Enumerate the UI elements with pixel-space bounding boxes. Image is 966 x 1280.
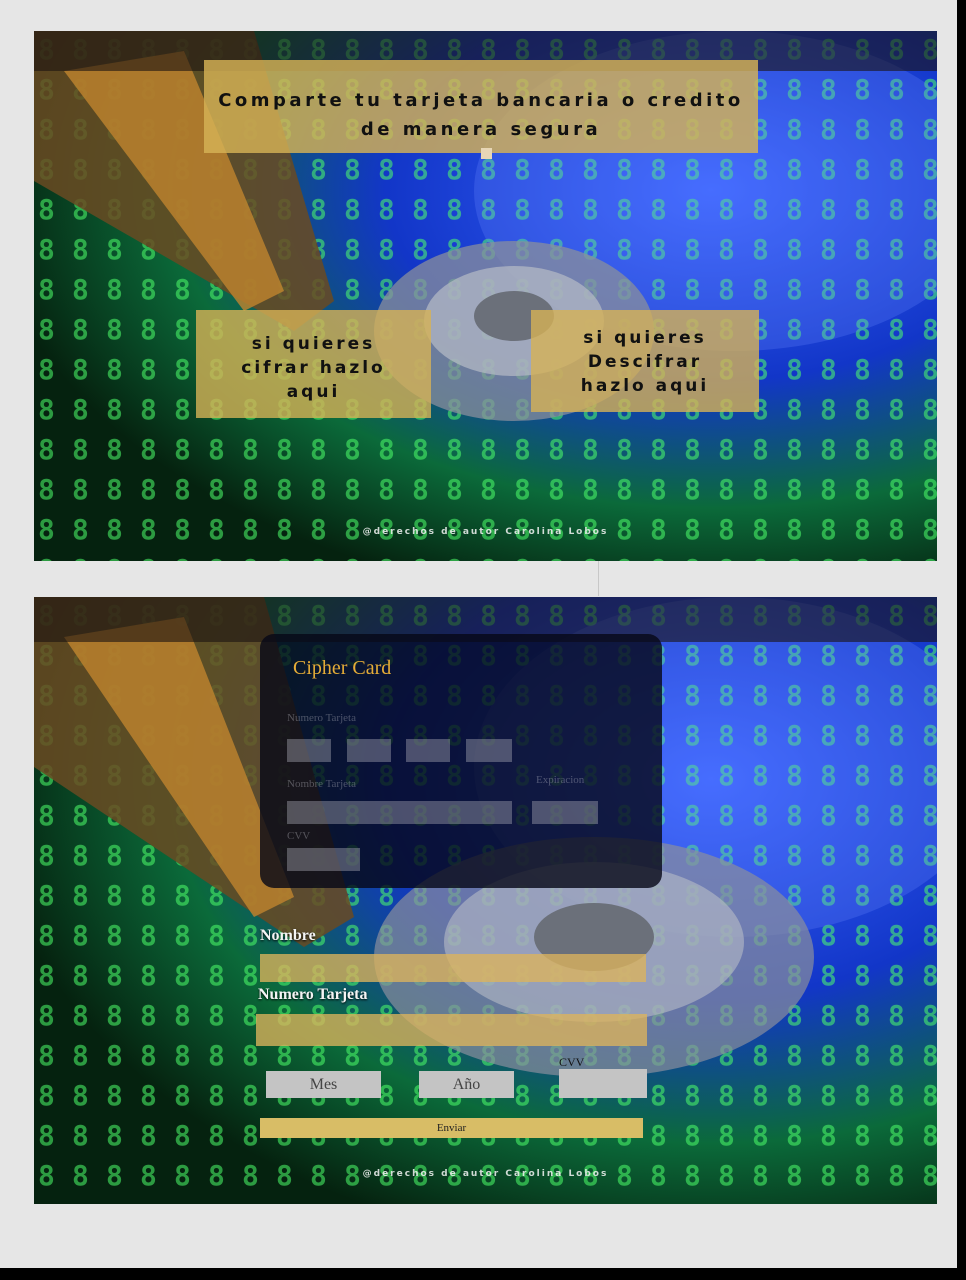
submit-button[interactable]: Enviar: [260, 1118, 643, 1138]
landing-panel: 8 Comparte tu tarjeta bancaria o credito…: [34, 31, 937, 561]
copyright-text: @derechos de autor Carolina Lobos: [362, 527, 609, 537]
year-select[interactable]: Año: [419, 1071, 514, 1098]
card-number-group-4: [466, 739, 512, 762]
divider-line: [598, 560, 599, 596]
headline-text: Comparte tu tarjeta bancaria o credito d…: [218, 90, 744, 140]
encrypt-link-button[interactable]: si quieres cifrar hazlo aqui: [196, 310, 431, 418]
card-cvv-box: [287, 848, 360, 871]
card-cvv-label: CVV: [287, 830, 311, 842]
card-number-input[interactable]: [256, 1014, 647, 1046]
year-option: Año: [452, 1076, 481, 1093]
name-field-label: Nombre: [260, 927, 316, 944]
encrypt-label: si quieres cifrar hazlo aqui: [241, 334, 386, 402]
cvv-field-label: CVV: [559, 1055, 585, 1069]
card-number-field-label: Numero Tarjeta: [258, 986, 368, 1003]
card-expiration-label: Expiracion: [536, 774, 585, 786]
month-select[interactable]: Mes: [266, 1071, 381, 1098]
card-number-label: Numero Tarjeta: [287, 712, 356, 724]
decrypt-link-button[interactable]: si quieres Descifrar hazlo aqui: [531, 310, 759, 412]
card-number-group-3: [406, 739, 450, 762]
decrypt-label: si quieres Descifrar hazlo aqui: [580, 328, 710, 396]
copyright-text: @derechos de autor Carolina Lobos: [362, 1169, 609, 1179]
decorative-square: [481, 148, 492, 159]
card-name-box: [287, 801, 512, 824]
card-number-group-1: [287, 739, 331, 762]
headline-banner: Comparte tu tarjeta bancaria o credito d…: [204, 60, 758, 153]
card-expiration-box: [532, 801, 598, 824]
encrypt-form-panel: 8 Cipher Card Numero Tarjeta Nombre Tarj…: [34, 597, 937, 1204]
submit-label: Enviar: [436, 1122, 467, 1134]
month-option: Mes: [309, 1076, 338, 1093]
card-number-group-2: [347, 739, 391, 762]
name-input[interactable]: [260, 954, 646, 982]
cvv-input[interactable]: [559, 1069, 647, 1098]
card-name-label: Nombre Tarjeta: [287, 778, 356, 790]
card-title: Cipher Card: [293, 657, 392, 679]
cipher-card-preview: Cipher Card Numero Tarjeta Nombre Tarjet…: [260, 634, 662, 888]
